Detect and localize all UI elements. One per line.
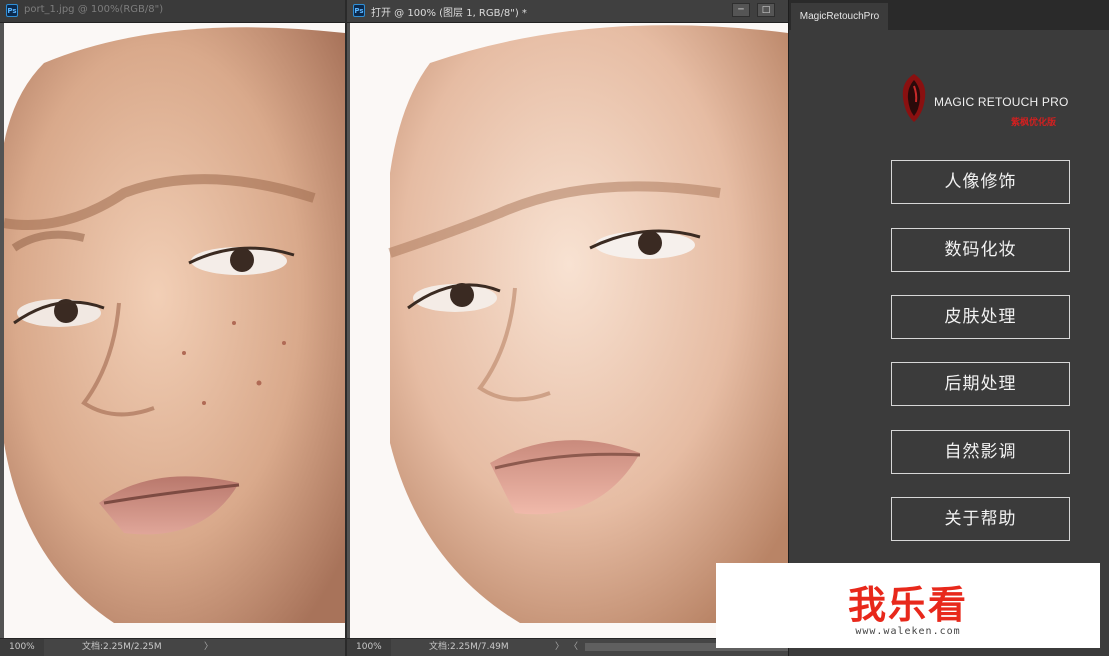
zoom-level[interactable]: 100%	[347, 639, 391, 656]
panel-tab-bar: MagicRetouchPro	[789, 0, 1109, 30]
image-canvas-before[interactable]	[4, 23, 345, 639]
document-tab-retouched[interactable]: Ps 打开 @ 100% (图层 1, RGB/8") * ─ □	[347, 0, 788, 23]
magic-retouch-panel: MagicRetouchPro MAGIC RETOUCH PRO 紫枫优化版 …	[788, 0, 1109, 656]
skin-processing-button[interactable]: 皮肤处理	[891, 295, 1070, 339]
watermark-url: www.waleken.com	[855, 626, 961, 637]
portrait-photo-before	[4, 23, 345, 624]
portrait-retouch-button[interactable]: 人像修饰	[891, 160, 1070, 204]
about-help-button[interactable]: 关于帮助	[891, 497, 1070, 541]
brand-title: MAGIC RETOUCH PRO	[934, 95, 1069, 109]
photoshop-file-icon: Ps	[6, 4, 18, 17]
status-menu-arrow-icon[interactable]: 〉	[204, 639, 213, 655]
digital-makeup-button[interactable]: 数码化妆	[891, 228, 1070, 272]
watermark-overlay: 我乐看 www.waleken.com	[716, 563, 1100, 648]
document-size-info: 文档:2.25M/2.25M	[82, 642, 162, 652]
brand-subtitle: 紫枫优化版	[1011, 118, 1057, 128]
minimize-button[interactable]: ─	[732, 3, 750, 17]
document-tab-original[interactable]: Ps port_1.jpg @ 100%(RGB/8")	[0, 0, 345, 23]
document-window-retouched: Ps 打开 @ 100% (图层 1, RGB/8") * ─ □ 100% 文…	[347, 0, 788, 656]
scroll-left-arrow-icon[interactable]: 〈	[569, 639, 578, 655]
status-bar-original: 100% 文档:2.25M/2.25M 〉	[0, 638, 345, 656]
maximize-button[interactable]: □	[757, 3, 775, 17]
photoshop-file-icon: Ps	[353, 4, 365, 17]
document-size-info: 文档:2.25M/7.49M	[429, 642, 509, 652]
natural-tone-button[interactable]: 自然影调	[891, 430, 1070, 474]
zoom-level[interactable]: 100%	[0, 639, 44, 656]
document-title: 打开 @ 100% (图层 1, RGB/8") *	[371, 8, 527, 19]
panel-tab-magicretouchpro[interactable]: MagicRetouchPro	[791, 3, 888, 30]
document-title: port_1.jpg @ 100%(RGB/8")	[24, 4, 164, 15]
magic-retouch-logo-icon	[902, 74, 926, 122]
document-window-original: Ps port_1.jpg @ 100%(RGB/8") 100% 文档:2.2…	[0, 0, 345, 656]
post-processing-button[interactable]: 后期处理	[891, 362, 1070, 406]
portrait-photo-after	[350, 23, 788, 623]
status-menu-arrow-icon[interactable]: 〉	[555, 639, 564, 655]
watermark-logo-text: 我乐看	[847, 583, 968, 627]
image-canvas-after[interactable]	[350, 23, 788, 639]
